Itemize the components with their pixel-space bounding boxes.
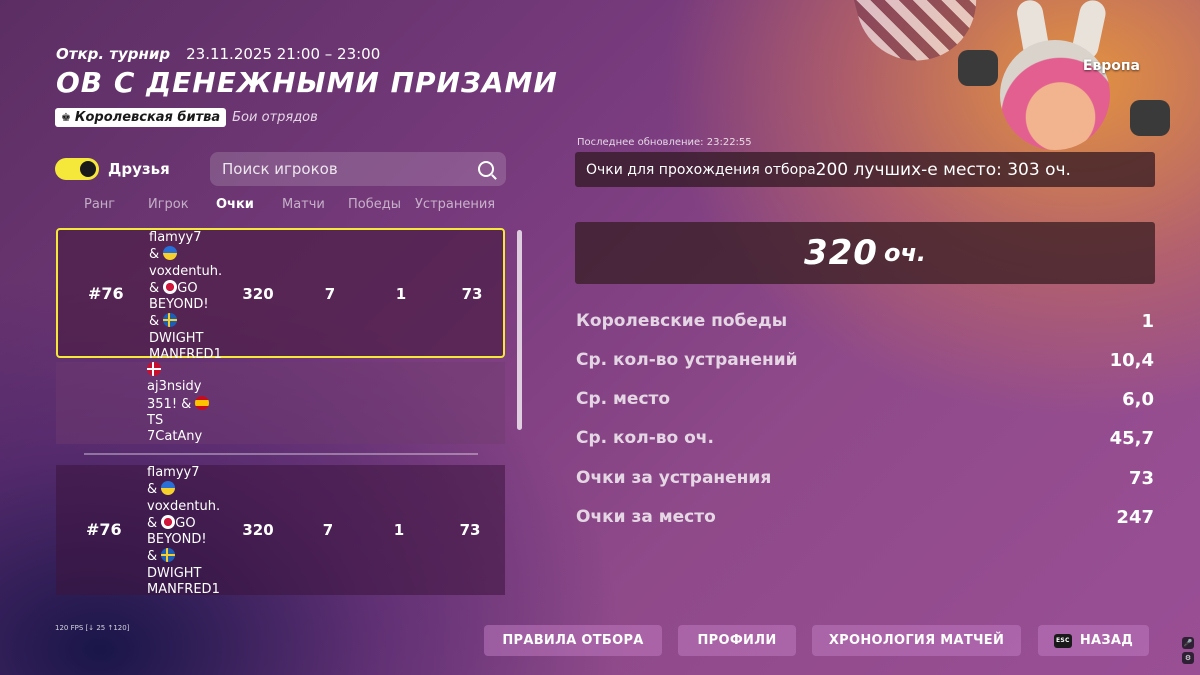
character-head	[1000, 40, 1110, 150]
region-label: Европа	[1082, 58, 1140, 74]
row-matches: 7	[322, 521, 334, 539]
table-row[interactable]: #76 flamyy7 & voxdentuh. & GO BEYOND! & …	[56, 228, 505, 362]
submode-label: Бои отрядов	[232, 110, 318, 125]
mode-badge: ♚ Королевская битва	[55, 108, 227, 127]
search-icon[interactable]	[478, 161, 494, 177]
stat-row: Ср. кол-во устранений 10,4	[576, 350, 1154, 371]
table-row[interactable]: #76 flamyy7 & voxdentuh. & GO BEYOND! & …	[56, 465, 505, 598]
row-wins: 1	[393, 521, 405, 539]
japan-flag-icon	[161, 514, 176, 529]
character-hand-right	[1130, 100, 1170, 136]
stat-row: Очки за устранения 73	[576, 468, 1154, 489]
rules-button[interactable]: ПРАВИЛА ОТБОРА	[484, 625, 662, 656]
leaderboard-header: Ранг Игрок Очки Матчи Победы Устранения	[56, 197, 508, 213]
row-rank: #76	[86, 520, 122, 539]
col-wins[interactable]: Победы	[348, 197, 401, 212]
row-players: flamyy7 & voxdentuh. & GO BEYOND! & DWIG…	[147, 465, 221, 598]
col-matches[interactable]: Матчи	[282, 197, 325, 212]
crown-icon: ♚	[61, 111, 71, 124]
divider	[84, 453, 478, 455]
row-points: 320	[242, 521, 274, 539]
microphone-icon: 🎤	[1182, 637, 1194, 649]
row-wins: 1	[395, 285, 407, 303]
toggle-switch[interactable]	[55, 158, 99, 180]
esc-key-icon: ESC	[1053, 633, 1072, 648]
score-value: 320	[803, 233, 878, 273]
last-update: Последнее обновление: 23:22:55	[577, 137, 752, 148]
row-rank: #76	[88, 284, 124, 303]
search-input[interactable]	[222, 160, 462, 178]
profiles-button[interactable]: ПРОФИЛИ	[678, 625, 796, 656]
stat-row: Королевские победы 1	[576, 311, 1154, 332]
qualify-info: Очки для прохождения отбора 200 лучших-е …	[575, 152, 1155, 187]
tournament-type: Откр. турнир	[56, 45, 171, 63]
back-button[interactable]: ESC НАЗАД	[1038, 625, 1149, 656]
match-history-button[interactable]: ХРОНОЛОГИЯ МАТЧЕЙ	[812, 625, 1021, 656]
row-elims: 73	[459, 521, 481, 539]
mode-label: Королевская битва	[74, 110, 221, 125]
col-rank[interactable]: Ранг	[84, 197, 115, 212]
row-players: aj3nsidy 351! & TS 7CatAny	[147, 362, 229, 444]
stat-row: Очки за место 247	[576, 507, 1154, 528]
friends-label: Друзья	[108, 160, 170, 178]
ukraine-flag-icon	[163, 246, 178, 261]
row-matches: 7	[324, 285, 336, 303]
tournament-meta: Откр. турнир 23.11.2025 21:00 – 23:00	[56, 45, 380, 63]
system-icons: 🎤 ⚙	[1182, 637, 1194, 664]
tournament-title: ОВ С ДЕНЕЖНЫМИ ПРИЗАМИ	[56, 66, 558, 99]
fps-counter: 120 FPS [↓ 25 ↑120]	[55, 624, 130, 632]
stat-row: Ср. кол-во оч. 45,7	[576, 428, 1154, 449]
row-players: flamyy7 & voxdentuh. & GO BEYOND! & DWIG…	[149, 230, 223, 363]
sweden-flag-icon	[161, 548, 176, 563]
character-art: Европа	[840, 0, 1200, 150]
row-points: 320	[242, 285, 274, 303]
tournament-datetime: 23.11.2025 21:00 – 23:00	[186, 45, 381, 63]
row-elims: 73	[461, 285, 483, 303]
player-search[interactable]	[210, 152, 506, 186]
col-player[interactable]: Игрок	[148, 197, 189, 212]
score-unit: оч.	[883, 239, 927, 267]
spain-flag-icon	[195, 395, 210, 410]
col-points[interactable]: Очки	[216, 197, 254, 212]
mode-row: ♚ Королевская битва Бои отрядов	[55, 108, 318, 127]
japan-flag-icon	[163, 279, 178, 294]
settings-icon: ⚙	[1182, 652, 1194, 664]
stat-row: Ср. место 6,0	[576, 389, 1154, 410]
score-display: 320 оч.	[575, 222, 1155, 284]
table-row[interactable]: aj3nsidy 351! & TS 7CatAny	[56, 362, 505, 444]
character-hand-left	[958, 50, 998, 86]
friends-toggle[interactable]: Друзья	[55, 158, 170, 180]
denmark-flag-icon	[147, 362, 161, 376]
leaderboard-scrollbar[interactable]	[517, 230, 522, 430]
col-elims[interactable]: Устранения	[415, 197, 495, 212]
sweden-flag-icon	[163, 313, 178, 328]
ukraine-flag-icon	[161, 481, 176, 496]
